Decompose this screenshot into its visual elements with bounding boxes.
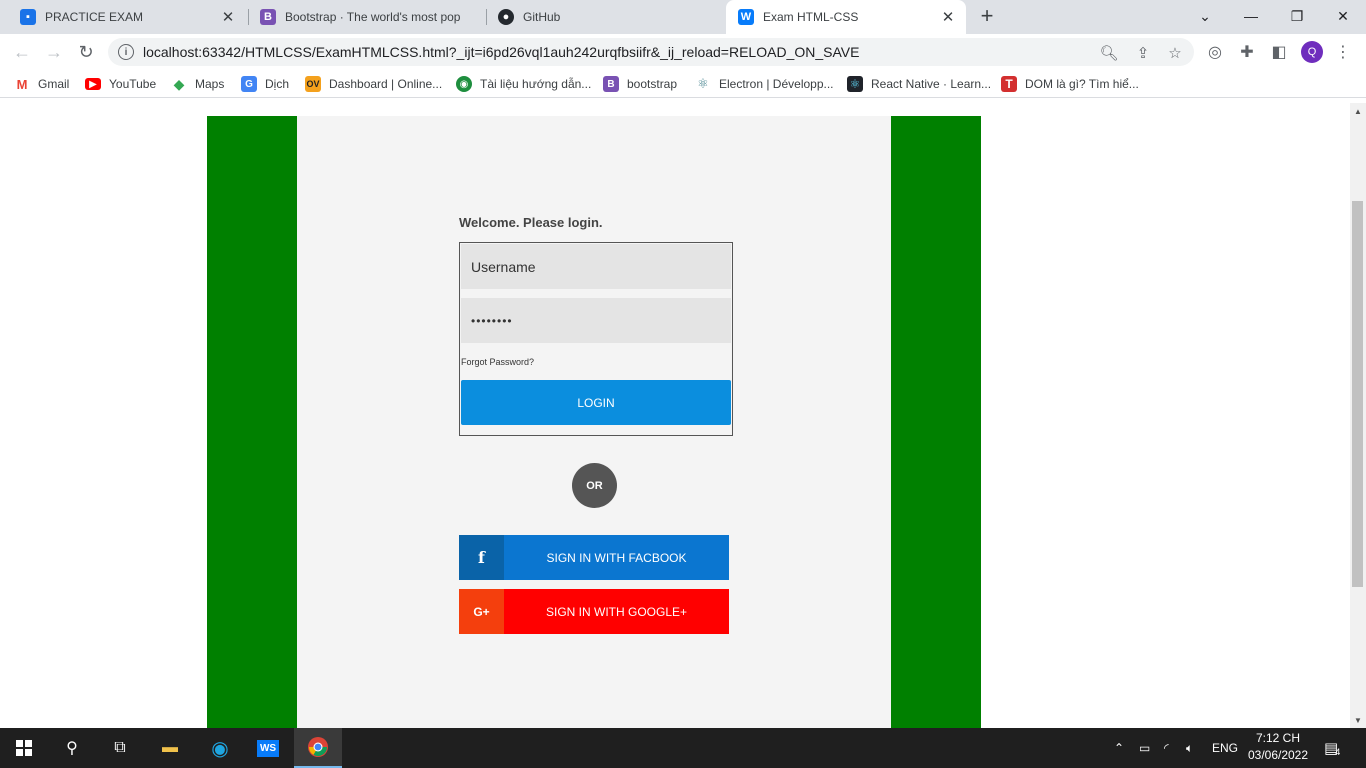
electron-icon: ⚛ [697, 76, 709, 91]
language-indicator[interactable]: ENG [1212, 728, 1238, 768]
youtube-icon: ▶ [85, 78, 101, 90]
google-plus-icon: G+ [459, 589, 504, 634]
minimize-button[interactable]: — [1228, 0, 1274, 32]
back-button[interactable]: ← [10, 40, 34, 64]
password-input[interactable]: •••••••• [461, 298, 731, 343]
notification-icon[interactable]: ▤ 4 [1324, 728, 1340, 768]
username-input[interactable]: Username [461, 244, 731, 289]
edge-icon[interactable]: ◉ [196, 728, 244, 768]
close-window-button[interactable]: ✕ [1320, 0, 1366, 32]
tab-exam-html-css[interactable]: W Exam HTML-CSS ✕ [726, 0, 966, 34]
extensions-icon[interactable]: ✚ [1237, 42, 1257, 62]
forgot-password-link[interactable]: Forgot Password? [461, 357, 534, 367]
react-icon: ⚛ [847, 76, 863, 92]
google-signin-button[interactable]: G+ SIGN IN WITH GOOGLE+ [459, 589, 729, 634]
bookmark-maps[interactable]: ◆ Maps [171, 75, 225, 93]
bookmark-dashboard[interactable]: OV Dashboard | Online... [305, 75, 442, 93]
zoom-icon[interactable]: 🔍︎ [1099, 44, 1118, 62]
volume-icon[interactable]: 🔈︎ [1186, 728, 1193, 768]
facebook-icon: f [459, 535, 504, 580]
clock-date: 03/06/2022 [1247, 748, 1309, 762]
address-bar[interactable]: i localhost:63342/HTMLCSS/ExamHTMLCSS.ht… [108, 38, 1194, 66]
google-signin-label: SIGN IN WITH GOOGLE+ [545, 604, 688, 619]
system-clock[interactable]: 7:12 CH 03/06/2022 [1240, 730, 1316, 764]
tab-github[interactable]: ● GitHub [486, 0, 724, 34]
facebook-signin-button[interactable]: f SIGN IN WITH FACBOOK [459, 535, 729, 580]
share-icon[interactable]: ⇪ [1134, 44, 1152, 62]
bookmark-tai-lieu[interactable]: ◉ Tài liệu hướng dẫn... [456, 75, 591, 93]
login-form: Username •••••••• Forgot Password? LOGIN [459, 242, 733, 436]
tab-search-icon[interactable]: ⌄ [1182, 0, 1228, 32]
forward-button[interactable]: → [42, 40, 66, 64]
bookmark-star-icon[interactable]: ☆ [1166, 44, 1184, 62]
notification-count: 4 [1335, 747, 1341, 757]
bookmark-electron[interactable]: ⚛ Electron | Développ... [695, 75, 833, 93]
scroll-down-arrow-icon[interactable]: ▼ [1350, 712, 1366, 728]
bookmark-react-native[interactable]: ⚛ React Native · Learn... [847, 75, 991, 93]
profile-avatar[interactable]: Q [1301, 41, 1323, 63]
bookmark-youtube[interactable]: ▶ YouTube [85, 75, 156, 93]
classroom-icon: ▪ [20, 9, 36, 25]
bootstrap-icon: B [603, 76, 619, 92]
task-view-icon[interactable]: ⧉ [96, 728, 144, 768]
page-viewport: Welcome. Please login. Username ••••••••… [0, 103, 1350, 728]
translate-icon: G [241, 76, 257, 92]
ov-icon: OV [305, 76, 321, 92]
webstorm-taskbar-icon[interactable]: WS [244, 728, 292, 768]
bookmarks-bar: M Gmail ▶ YouTube ◆ Maps G Dịch OV Dashb… [0, 70, 1366, 98]
facebook-signin-label: SIGN IN WITH FACBOOK [546, 550, 687, 565]
compass-icon[interactable]: ◎ [1205, 42, 1225, 62]
reload-button[interactable]: ↻ [74, 40, 98, 64]
gmail-icon: M [16, 76, 28, 92]
tab-bootstrap[interactable]: B Bootstrap · The world's most pop [248, 0, 486, 34]
wifi-icon[interactable]: ◜ [1164, 728, 1169, 768]
site-info-icon[interactable]: i [118, 44, 134, 60]
webstorm-icon: W [738, 9, 754, 25]
scroll-thumb[interactable] [1352, 201, 1363, 587]
browser-toolbar: ← → ↻ i localhost:63342/HTMLCSS/ExamHTML… [0, 34, 1366, 70]
bookmark-translate[interactable]: G Dịch [241, 75, 289, 93]
restore-button[interactable]: ❐ [1274, 0, 1320, 32]
scroll-up-arrow-icon[interactable]: ▲ [1350, 103, 1366, 119]
windows-start-icon[interactable] [0, 728, 48, 768]
menu-icon[interactable]: ⋮ [1333, 42, 1353, 62]
left-green-column [207, 116, 297, 728]
close-icon[interactable]: ✕ [220, 9, 236, 26]
welcome-text: Welcome. Please login. [459, 215, 603, 230]
bookmark-gmail[interactable]: M Gmail [14, 75, 70, 93]
clock-time: 7:12 CH [1255, 731, 1301, 745]
tab-practice-exam[interactable]: ▪ PRACTICE EXAM ✕ [8, 0, 246, 34]
github-icon: ● [498, 9, 514, 25]
t-icon: T [1001, 76, 1017, 92]
tab-strip: ▪ PRACTICE EXAM ✕ B Bootstrap · The worl… [0, 0, 1366, 34]
battery-icon[interactable]: ▭ [1139, 728, 1150, 768]
page-scrollbar[interactable]: ▲ ▼ [1350, 103, 1366, 728]
search-icon[interactable]: ⚲ [48, 728, 96, 768]
login-button[interactable]: LOGIN [461, 380, 731, 425]
chrome-taskbar-icon[interactable] [294, 728, 342, 768]
file-explorer-icon[interactable]: ▬ [146, 728, 194, 768]
bookmark-dom[interactable]: T DOM là gì? Tìm hiể... [1001, 75, 1139, 93]
globe-icon: ◉ [456, 76, 472, 92]
bookmark-bootstrap[interactable]: B bootstrap [603, 75, 677, 93]
bootstrap-icon: B [260, 9, 276, 25]
close-icon[interactable]: ✕ [940, 9, 956, 26]
show-hidden-icons[interactable]: ⌃ [1114, 728, 1124, 768]
url-text[interactable]: localhost:63342/HTMLCSS/ExamHTMLCSS.html… [143, 44, 859, 60]
side-panel-icon[interactable]: ◧ [1269, 42, 1289, 62]
windows-taskbar: ⚲ ⧉ ▬ ◉ WS ⌃ ▭ ◜ 🔈︎ ENG 7:12 CH 03/06/20… [0, 728, 1366, 768]
login-panel: Welcome. Please login. Username ••••••••… [297, 116, 891, 728]
or-divider: OR [572, 463, 617, 508]
new-tab-button[interactable]: + [976, 5, 998, 28]
right-green-column [891, 116, 981, 728]
maps-icon: ◆ [173, 75, 185, 92]
